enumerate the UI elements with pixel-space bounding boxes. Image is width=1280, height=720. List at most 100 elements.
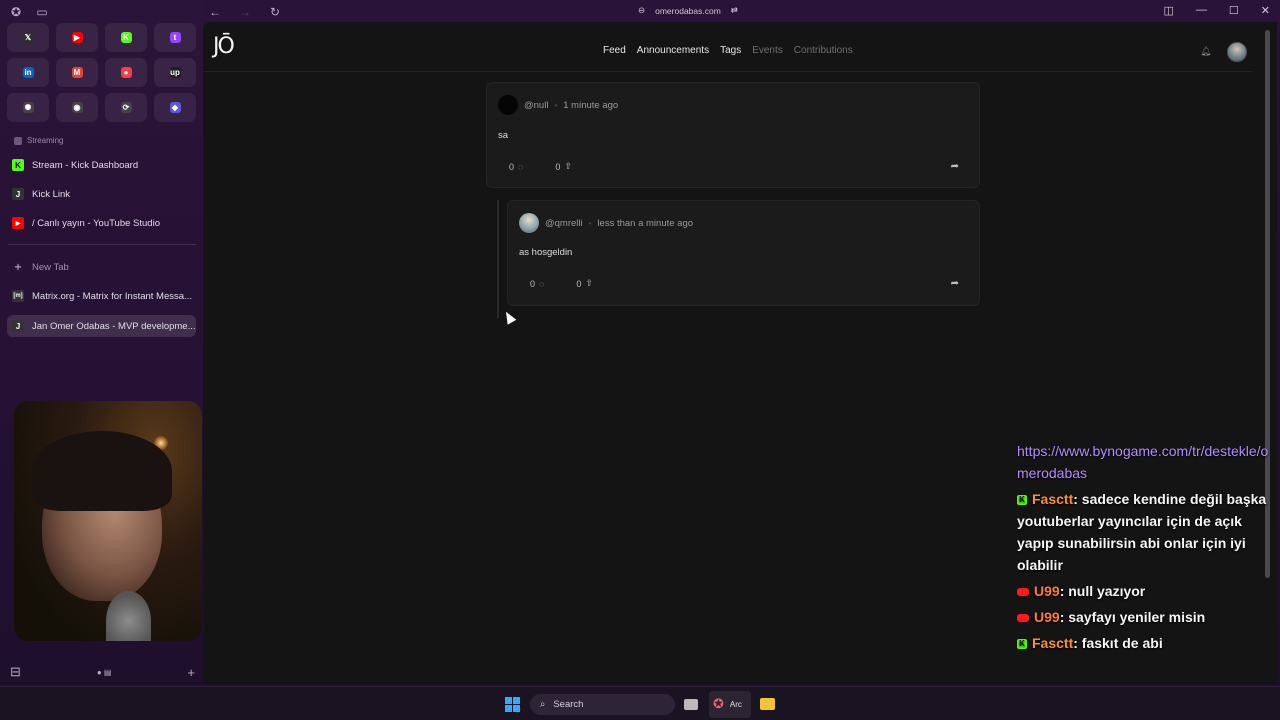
youtube-icon: ▶ xyxy=(12,217,24,229)
sync-app-icon: ⟳ xyxy=(120,102,132,113)
pinned-tab[interactable]: in xyxy=(7,58,49,87)
nav-announcements[interactable]: Announcements xyxy=(637,45,709,56)
comment-icon: ◌ xyxy=(539,278,545,289)
taskbar-search[interactable]: ⌕ Search xyxy=(530,694,675,715)
pinned-tab[interactable]: K xyxy=(105,23,147,52)
reload-icon[interactable]: ↻ xyxy=(267,4,283,20)
chat-text: : null yazıyor xyxy=(1059,583,1146,599)
reply-card: @qmrelli • less than a minute ago as hos… xyxy=(507,200,980,306)
link-icon: ⊖ xyxy=(638,5,646,15)
comment-button[interactable]: 0 ◌ xyxy=(509,161,523,172)
x-icon: 𝕏 xyxy=(22,32,34,43)
sidebar-tab-kick-dashboard[interactable]: K Stream - Kick Dashboard xyxy=(7,154,196,176)
windows-taskbar: ⌕ Search ✪ Arc xyxy=(0,686,1280,720)
openai-icon: ✺ xyxy=(22,102,34,113)
plus-icon: + xyxy=(14,260,22,274)
site-logo-icon: J xyxy=(12,188,24,200)
avatar[interactable] xyxy=(519,213,539,233)
pinned-tab[interactable]: 𝕏 xyxy=(7,23,49,52)
site-settings-icon[interactable]: ⇄ xyxy=(731,5,738,16)
pinned-tab[interactable]: ✺ xyxy=(7,93,49,122)
maximize-icon[interactable]: ☐ xyxy=(1229,4,1239,17)
sidebar-footer: ⊟ ● ▤ + xyxy=(10,664,195,680)
file-explorer-icon[interactable] xyxy=(760,696,775,712)
windows-start-icon[interactable] xyxy=(505,697,520,712)
toggle-sidebar-icon[interactable]: ▭ xyxy=(34,4,50,20)
post-body: sa xyxy=(498,130,509,141)
post-time: less than a minute ago xyxy=(597,217,694,229)
post-username[interactable]: @null xyxy=(524,100,548,111)
upvote-button[interactable]: 0 ⇧ xyxy=(576,278,593,289)
comment-button[interactable]: 0 ◌ xyxy=(530,278,544,289)
url-bar[interactable]: ⊖ omerodabas.com ⇄ xyxy=(638,5,738,16)
pinned-tab[interactable]: ◉ xyxy=(56,93,98,122)
music-icon: ● xyxy=(120,67,132,78)
share-icon[interactable]: ➦ xyxy=(951,161,959,172)
comment-icon: ◌ xyxy=(518,161,524,172)
sidebar-tab-youtube-studio[interactable]: ▶ / Canlı yayın - YouTube Studio xyxy=(7,212,196,234)
upvote-icon: ⇧ xyxy=(585,278,593,288)
pinned-tab[interactable]: t xyxy=(154,23,196,52)
user-avatar[interactable] xyxy=(1227,42,1247,62)
main-nav: Feed Announcements Tags Events Contributions xyxy=(603,45,853,56)
kick-icon: K xyxy=(12,159,24,171)
sidebar-tab-kick-link[interactable]: J Kick Link xyxy=(7,183,196,205)
archive-icon[interactable]: ⊟ xyxy=(10,664,21,680)
chat-message: K Fasctt: faskıt de abi xyxy=(1017,632,1279,654)
nav-events[interactable]: Events xyxy=(752,45,783,56)
sidebar-tab-omerodabas[interactable]: J Jan Omer Odabas - MVP developme... xyxy=(7,315,196,337)
sidebar-tab-matrix[interactable]: [m] Matrix.org - Matrix for Instant Mess… xyxy=(7,285,196,307)
new-tab-button[interactable]: + New Tab xyxy=(7,256,196,278)
stream-chat-overlay: https://www.bynogame.com/tr/destekle/ome… xyxy=(1017,440,1279,654)
pinned-tab[interactable]: M xyxy=(56,58,98,87)
site-logo[interactable]: JŌ xyxy=(213,34,235,59)
arc-icon: ✪ xyxy=(713,696,724,711)
share-icon[interactable]: ➦ xyxy=(951,278,959,289)
chat-text: : sayfayı yeniler misin xyxy=(1059,609,1206,625)
youtube-icon xyxy=(1017,614,1029,623)
chat-message: K Fasctt: sadece kendine değil başka yout… xyxy=(1017,488,1279,576)
webcam-overlay xyxy=(14,401,202,641)
browser-sidebar: ✪ ▭ 𝕏 ▶ Kt in M ● up ✺ ◉ ⟳ ◆ Streaming K Stream - … xyxy=(0,0,203,686)
window-controls: ◫ — ☐ ✕ xyxy=(1164,4,1271,17)
post-card: @null • 1 minute ago sa 0 ◌ 0 ⇧ ➦ xyxy=(486,82,980,188)
streamer-hair xyxy=(32,431,172,511)
minimize-icon[interactable]: — xyxy=(1196,4,1207,17)
post-header: @qmrelli • less than a minute ago xyxy=(519,213,693,233)
chat-username: U99 xyxy=(1034,609,1060,625)
kick-icon: K xyxy=(1017,639,1027,650)
back-icon[interactable]: ← xyxy=(207,4,223,20)
nav-feed[interactable]: Feed xyxy=(603,45,626,56)
avatar[interactable] xyxy=(498,95,518,115)
pinned-tab[interactable]: ◆ xyxy=(154,93,196,122)
pinned-tabs-grid: 𝕏 ▶ Kt in M ● up ✺ ◉ ⟳ ◆ xyxy=(7,23,196,122)
donation-link: https://www.bynogame.com/tr/destekle/ome… xyxy=(1017,443,1269,481)
chat-message: U99: null yazıyor xyxy=(1017,580,1279,602)
browser-toolbar: ← → ↻ ⊖ omerodabas.com ⇄ ◫ — ☐ ✕ xyxy=(203,0,1280,22)
kick-icon: K xyxy=(120,32,132,43)
pinned-tab[interactable]: up xyxy=(154,58,196,87)
nav-contributions[interactable]: Contributions xyxy=(794,45,853,56)
chat-username: Fasctt xyxy=(1032,635,1074,651)
close-icon[interactable]: ✕ xyxy=(1261,4,1270,17)
split-view-icon[interactable]: ◫ xyxy=(1164,4,1174,17)
upvote-button[interactable]: 0 ⇧ xyxy=(555,161,572,172)
separator-dot: • xyxy=(554,100,558,110)
arc-menu-icon[interactable]: ✪ xyxy=(8,4,24,20)
nav-tags[interactable]: Tags xyxy=(720,45,741,56)
add-space-icon[interactable]: + xyxy=(187,665,195,680)
site-logo-icon: J xyxy=(12,320,24,332)
pinned-tab[interactable]: ▶ xyxy=(56,23,98,52)
pinned-tab[interactable]: ● xyxy=(105,58,147,87)
post-username[interactable]: @qmrelli xyxy=(545,218,583,229)
twitch-icon: t xyxy=(169,32,181,43)
pinned-tab[interactable]: ⟳ xyxy=(105,93,147,122)
forward-icon[interactable]: → xyxy=(237,4,253,20)
matrix-icon: [m] xyxy=(12,290,24,302)
arc-taskbar-button[interactable]: ✪ Arc xyxy=(713,696,742,712)
bell-icon[interactable]: 🔔︎ xyxy=(1200,46,1211,57)
chat-message: U99: sayfayı yeniler misin xyxy=(1017,606,1279,628)
space-switcher[interactable]: ● ▤ xyxy=(97,668,112,677)
chat-text: : faskıt de abi xyxy=(1073,635,1163,651)
task-view-icon[interactable] xyxy=(684,696,698,712)
